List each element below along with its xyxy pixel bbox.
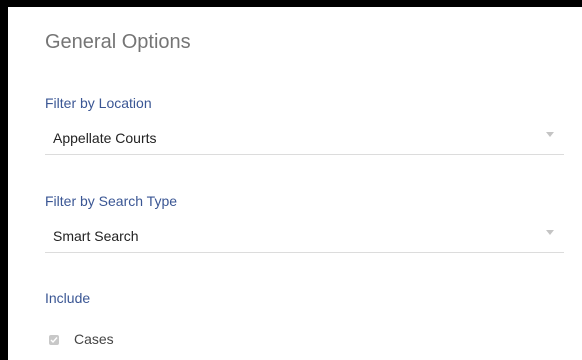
filter-search-type-label: Filter by Search Type <box>45 193 178 209</box>
filter-search-type-select[interactable]: Smart Search <box>45 218 564 253</box>
include-label: Include <box>45 290 91 306</box>
checkmark-icon <box>50 337 58 344</box>
cases-checkbox[interactable] <box>49 335 59 345</box>
filter-location-label: Filter by Location <box>45 95 152 111</box>
general-options-panel: General Options Filter by Location Appel… <box>8 7 582 360</box>
chevron-down-icon <box>546 230 554 235</box>
filter-location-select[interactable]: Appellate Courts <box>45 120 564 155</box>
filter-search-type-value: Smart Search <box>53 228 139 244</box>
cases-checkbox-label: Cases <box>74 331 114 347</box>
filter-location-value: Appellate Courts <box>53 130 157 146</box>
chevron-down-icon <box>546 132 554 137</box>
panel-title: General Options <box>45 31 191 53</box>
